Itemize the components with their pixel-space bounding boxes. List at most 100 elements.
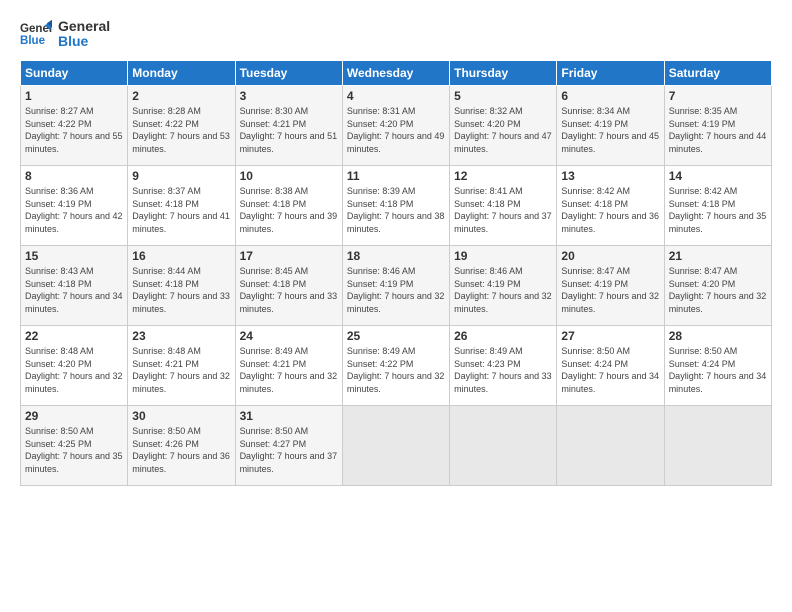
- day-cell: 30 Sunrise: 8:50 AM Sunset: 4:26 PM Dayl…: [128, 406, 235, 486]
- day-number: 14: [669, 169, 767, 183]
- day-number: 20: [561, 249, 659, 263]
- day-cell: 1 Sunrise: 8:27 AM Sunset: 4:22 PM Dayli…: [21, 86, 128, 166]
- day-number: 21: [669, 249, 767, 263]
- header-row: Sunday Monday Tuesday Wednesday Thursday…: [21, 61, 772, 86]
- day-info: Sunrise: 8:45 AM Sunset: 4:18 PM Dayligh…: [240, 265, 338, 315]
- day-cell: 11 Sunrise: 8:39 AM Sunset: 4:18 PM Dayl…: [342, 166, 449, 246]
- day-info: Sunrise: 8:47 AM Sunset: 4:19 PM Dayligh…: [561, 265, 659, 315]
- day-cell: 6 Sunrise: 8:34 AM Sunset: 4:19 PM Dayli…: [557, 86, 664, 166]
- day-number: 28: [669, 329, 767, 343]
- calendar-row: 29 Sunrise: 8:50 AM Sunset: 4:25 PM Dayl…: [21, 406, 772, 486]
- empty-cell: [342, 406, 449, 486]
- col-saturday: Saturday: [664, 61, 771, 86]
- empty-cell: [557, 406, 664, 486]
- col-monday: Monday: [128, 61, 235, 86]
- day-info: Sunrise: 8:42 AM Sunset: 4:18 PM Dayligh…: [561, 185, 659, 235]
- day-number: 10: [240, 169, 338, 183]
- day-cell: 10 Sunrise: 8:38 AM Sunset: 4:18 PM Dayl…: [235, 166, 342, 246]
- day-number: 27: [561, 329, 659, 343]
- day-info: Sunrise: 8:27 AM Sunset: 4:22 PM Dayligh…: [25, 105, 123, 155]
- day-number: 22: [25, 329, 123, 343]
- day-info: Sunrise: 8:43 AM Sunset: 4:18 PM Dayligh…: [25, 265, 123, 315]
- day-info: Sunrise: 8:38 AM Sunset: 4:18 PM Dayligh…: [240, 185, 338, 235]
- col-sunday: Sunday: [21, 61, 128, 86]
- day-info: Sunrise: 8:32 AM Sunset: 4:20 PM Dayligh…: [454, 105, 552, 155]
- day-number: 31: [240, 409, 338, 423]
- day-info: Sunrise: 8:31 AM Sunset: 4:20 PM Dayligh…: [347, 105, 445, 155]
- day-info: Sunrise: 8:30 AM Sunset: 4:21 PM Dayligh…: [240, 105, 338, 155]
- empty-cell: [450, 406, 557, 486]
- day-number: 17: [240, 249, 338, 263]
- day-cell: 3 Sunrise: 8:30 AM Sunset: 4:21 PM Dayli…: [235, 86, 342, 166]
- day-number: 15: [25, 249, 123, 263]
- day-number: 16: [132, 249, 230, 263]
- day-number: 18: [347, 249, 445, 263]
- day-number: 24: [240, 329, 338, 343]
- day-cell: 7 Sunrise: 8:35 AM Sunset: 4:19 PM Dayli…: [664, 86, 771, 166]
- day-number: 3: [240, 89, 338, 103]
- day-cell: 19 Sunrise: 8:46 AM Sunset: 4:19 PM Dayl…: [450, 246, 557, 326]
- day-cell: 14 Sunrise: 8:42 AM Sunset: 4:18 PM Dayl…: [664, 166, 771, 246]
- day-number: 6: [561, 89, 659, 103]
- day-info: Sunrise: 8:48 AM Sunset: 4:21 PM Dayligh…: [132, 345, 230, 395]
- day-info: Sunrise: 8:39 AM Sunset: 4:18 PM Dayligh…: [347, 185, 445, 235]
- day-cell: 23 Sunrise: 8:48 AM Sunset: 4:21 PM Dayl…: [128, 326, 235, 406]
- day-cell: 15 Sunrise: 8:43 AM Sunset: 4:18 PM Dayl…: [21, 246, 128, 326]
- col-thursday: Thursday: [450, 61, 557, 86]
- day-cell: 26 Sunrise: 8:49 AM Sunset: 4:23 PM Dayl…: [450, 326, 557, 406]
- day-number: 4: [347, 89, 445, 103]
- day-cell: 4 Sunrise: 8:31 AM Sunset: 4:20 PM Dayli…: [342, 86, 449, 166]
- day-cell: 27 Sunrise: 8:50 AM Sunset: 4:24 PM Dayl…: [557, 326, 664, 406]
- day-info: Sunrise: 8:50 AM Sunset: 4:26 PM Dayligh…: [132, 425, 230, 475]
- day-info: Sunrise: 8:37 AM Sunset: 4:18 PM Dayligh…: [132, 185, 230, 235]
- day-info: Sunrise: 8:47 AM Sunset: 4:20 PM Dayligh…: [669, 265, 767, 315]
- logo-line1: General: [58, 19, 110, 34]
- day-cell: 20 Sunrise: 8:47 AM Sunset: 4:19 PM Dayl…: [557, 246, 664, 326]
- logo: General Blue General Blue: [20, 18, 110, 50]
- day-cell: 18 Sunrise: 8:46 AM Sunset: 4:19 PM Dayl…: [342, 246, 449, 326]
- day-cell: 17 Sunrise: 8:45 AM Sunset: 4:18 PM Dayl…: [235, 246, 342, 326]
- day-cell: 5 Sunrise: 8:32 AM Sunset: 4:20 PM Dayli…: [450, 86, 557, 166]
- day-cell: 24 Sunrise: 8:49 AM Sunset: 4:21 PM Dayl…: [235, 326, 342, 406]
- day-info: Sunrise: 8:48 AM Sunset: 4:20 PM Dayligh…: [25, 345, 123, 395]
- empty-cell: [664, 406, 771, 486]
- col-tuesday: Tuesday: [235, 61, 342, 86]
- day-number: 7: [669, 89, 767, 103]
- day-number: 8: [25, 169, 123, 183]
- calendar-page: General Blue General Blue Sunday Monday …: [0, 0, 792, 612]
- day-info: Sunrise: 8:49 AM Sunset: 4:23 PM Dayligh…: [454, 345, 552, 395]
- day-number: 9: [132, 169, 230, 183]
- day-cell: 9 Sunrise: 8:37 AM Sunset: 4:18 PM Dayli…: [128, 166, 235, 246]
- day-cell: 13 Sunrise: 8:42 AM Sunset: 4:18 PM Dayl…: [557, 166, 664, 246]
- svg-text:Blue: Blue: [20, 35, 46, 47]
- day-cell: 28 Sunrise: 8:50 AM Sunset: 4:24 PM Dayl…: [664, 326, 771, 406]
- col-wednesday: Wednesday: [342, 61, 449, 86]
- day-cell: 12 Sunrise: 8:41 AM Sunset: 4:18 PM Dayl…: [450, 166, 557, 246]
- day-number: 12: [454, 169, 552, 183]
- day-info: Sunrise: 8:28 AM Sunset: 4:22 PM Dayligh…: [132, 105, 230, 155]
- logo-icon: General Blue: [20, 18, 52, 50]
- day-info: Sunrise: 8:42 AM Sunset: 4:18 PM Dayligh…: [669, 185, 767, 235]
- day-info: Sunrise: 8:41 AM Sunset: 4:18 PM Dayligh…: [454, 185, 552, 235]
- col-friday: Friday: [557, 61, 664, 86]
- day-info: Sunrise: 8:46 AM Sunset: 4:19 PM Dayligh…: [347, 265, 445, 315]
- day-info: Sunrise: 8:50 AM Sunset: 4:27 PM Dayligh…: [240, 425, 338, 475]
- day-number: 23: [132, 329, 230, 343]
- day-number: 19: [454, 249, 552, 263]
- day-number: 25: [347, 329, 445, 343]
- day-cell: 29 Sunrise: 8:50 AM Sunset: 4:25 PM Dayl…: [21, 406, 128, 486]
- day-cell: 31 Sunrise: 8:50 AM Sunset: 4:27 PM Dayl…: [235, 406, 342, 486]
- day-cell: 22 Sunrise: 8:48 AM Sunset: 4:20 PM Dayl…: [21, 326, 128, 406]
- header: General Blue General Blue: [20, 18, 772, 50]
- day-info: Sunrise: 8:49 AM Sunset: 4:22 PM Dayligh…: [347, 345, 445, 395]
- day-info: Sunrise: 8:44 AM Sunset: 4:18 PM Dayligh…: [132, 265, 230, 315]
- day-number: 26: [454, 329, 552, 343]
- day-cell: 25 Sunrise: 8:49 AM Sunset: 4:22 PM Dayl…: [342, 326, 449, 406]
- day-info: Sunrise: 8:36 AM Sunset: 4:19 PM Dayligh…: [25, 185, 123, 235]
- calendar-row: 1 Sunrise: 8:27 AM Sunset: 4:22 PM Dayli…: [21, 86, 772, 166]
- day-number: 13: [561, 169, 659, 183]
- day-cell: 16 Sunrise: 8:44 AM Sunset: 4:18 PM Dayl…: [128, 246, 235, 326]
- day-cell: 2 Sunrise: 8:28 AM Sunset: 4:22 PM Dayli…: [128, 86, 235, 166]
- day-number: 5: [454, 89, 552, 103]
- day-info: Sunrise: 8:49 AM Sunset: 4:21 PM Dayligh…: [240, 345, 338, 395]
